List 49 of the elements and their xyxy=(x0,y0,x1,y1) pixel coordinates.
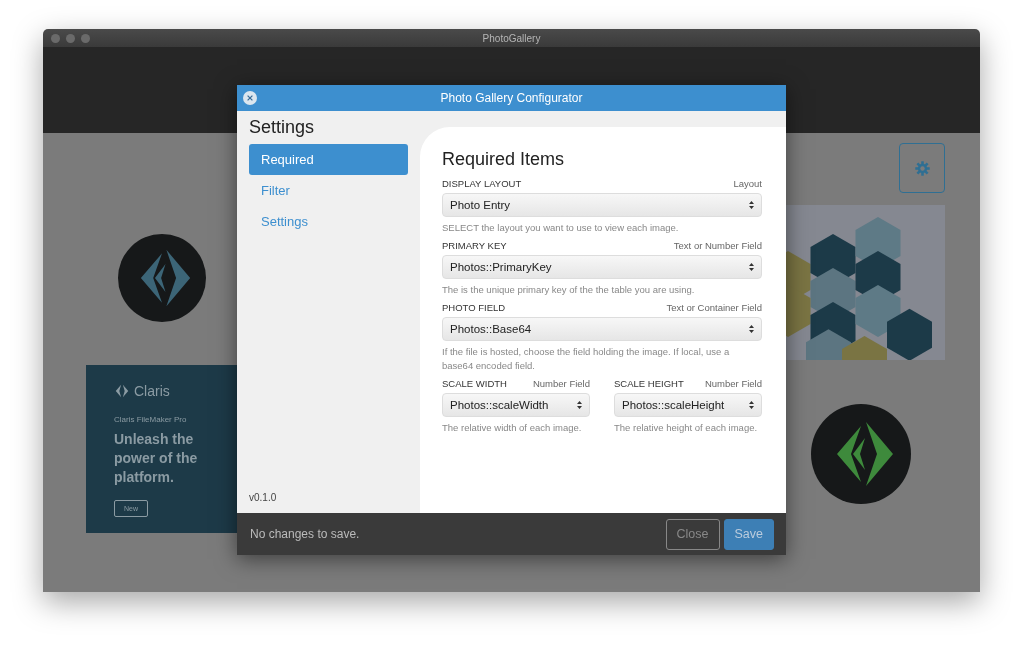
close-icon xyxy=(246,94,254,102)
select-field[interactable]: Photos::PrimaryKey xyxy=(442,255,762,279)
field-label: PHOTO FIELD xyxy=(442,302,506,314)
diamond-logo-icon xyxy=(811,404,911,504)
close-button[interactable]: Close xyxy=(665,518,720,550)
field-type-hint: Number Field xyxy=(704,378,762,390)
close-dot-icon[interactable] xyxy=(51,34,60,43)
select-arrows-icon xyxy=(748,262,755,272)
help-text: The relative width of each image. xyxy=(442,421,583,435)
close-button[interactable] xyxy=(243,91,257,105)
field-label: SCALE WIDTH xyxy=(442,378,507,390)
select-arrows-icon xyxy=(576,400,583,410)
window-title: PhotoGallery xyxy=(482,32,541,44)
section-title: Required Items xyxy=(442,148,566,171)
select-field[interactable]: Photo Entry xyxy=(442,193,762,217)
field-label: DISPLAY LAYOUT xyxy=(442,178,522,190)
field-type-hint: Layout xyxy=(733,178,762,190)
field-label: SCALE HEIGHT xyxy=(614,378,684,390)
select-arrows-icon xyxy=(748,324,755,334)
banner-headline: Unleash the power of the platform. xyxy=(114,430,199,487)
help-text: If the file is hosted, choose the field holding the image. If local, use a base64 encoded field. xyxy=(442,345,731,373)
save-button[interactable]: Save xyxy=(723,518,774,550)
field-label: PRIMARY KEY xyxy=(442,240,507,252)
select-field[interactable]: Photos::scaleHeight xyxy=(614,393,762,417)
brand-name: Claris xyxy=(134,383,170,399)
field-type-hint: Text or Container Field xyxy=(666,302,762,314)
settings-button[interactable] xyxy=(899,143,945,193)
field-type-hint: Number Field xyxy=(532,378,590,390)
sidebar-heading: Settings xyxy=(249,117,316,138)
help-text: The relative height of each image. xyxy=(614,421,759,435)
select-arrows-icon xyxy=(748,200,755,210)
field-type-hint: Text or Number Field xyxy=(673,240,762,252)
select-arrows-icon xyxy=(748,400,755,410)
select-field[interactable]: Photos::scaleWidth xyxy=(442,393,590,417)
settings-icon xyxy=(913,159,931,177)
help-text: SELECT the layout you want to use to view each image. xyxy=(442,221,680,235)
dialog-title: Photo Gallery Configurator xyxy=(440,91,583,105)
help-text: The is the unique primary key of the the table you are using. xyxy=(442,283,696,297)
brand-logo-icon xyxy=(114,383,130,399)
zoom-dot-icon[interactable] xyxy=(81,34,90,43)
sidebar-item[interactable]: Settings xyxy=(249,206,408,237)
status-text: No changes to save. xyxy=(250,527,361,541)
sidebar-item[interactable]: Filter xyxy=(249,175,408,206)
sidebar-item[interactable]: Required xyxy=(249,144,408,175)
version-label: v0.1.0 xyxy=(249,492,278,503)
minimize-dot-icon[interactable] xyxy=(66,34,75,43)
select-field[interactable]: Photos::Base64 xyxy=(442,317,762,341)
diamond-logo-icon xyxy=(118,234,206,322)
product-name: Claris FileMaker Pro xyxy=(114,415,187,424)
